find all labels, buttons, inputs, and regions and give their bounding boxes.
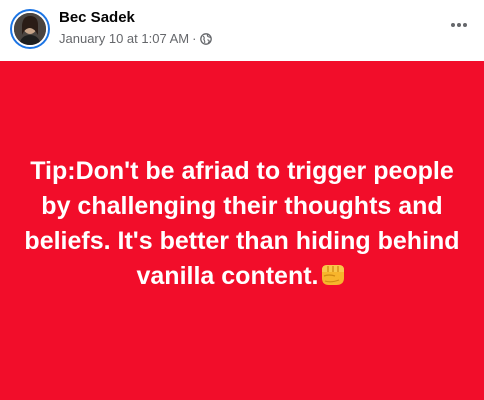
avatar[interactable] [10,9,50,49]
globe-icon[interactable] [200,33,213,45]
profile-photo-image [14,13,46,45]
post-background-banner: Tip:Don't be afriad to trigger people by… [0,61,484,400]
more-options-icon[interactable] [448,14,470,36]
post-header: Bec Sadek January 10 at 1:07 AM · [0,0,484,60]
author-name[interactable]: Bec Sadek [59,9,135,27]
facebook-post: Bec Sadek January 10 at 1:07 AM · Tip:Do… [0,0,484,400]
profile-photo [12,11,48,47]
post-text: Tip:Don't be afriad to trigger people by… [24,157,460,290]
oncoming-fist-icon [319,261,347,297]
post-meta: January 10 at 1:07 AM · [59,31,213,47]
post-body: Tip:Don't be afriad to trigger people by… [22,154,462,297]
meta-separator: · [192,31,197,46]
post-timestamp[interactable]: January 10 at 1:07 AM [59,31,189,47]
